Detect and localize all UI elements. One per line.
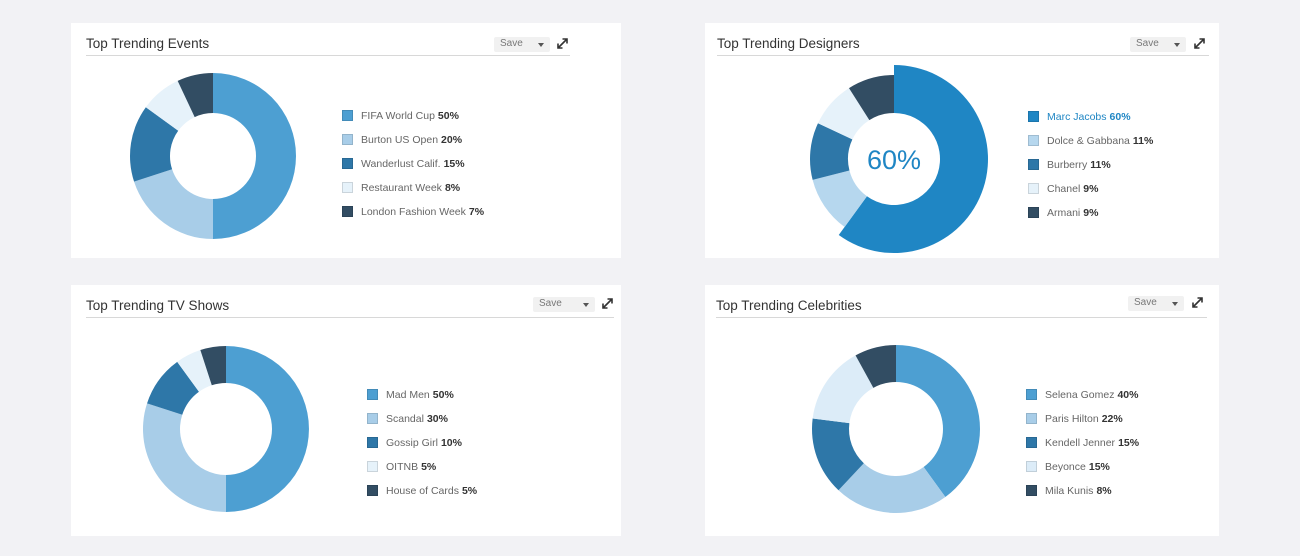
legend-value: 11%	[1132, 135, 1154, 147]
legend-value: 9%	[1083, 183, 1099, 195]
legend-swatch	[342, 182, 353, 193]
legend-label: Wanderlust Calif. 15%	[361, 158, 465, 170]
legend-value: 15%	[443, 158, 465, 170]
legend-swatch	[1026, 485, 1037, 496]
legend-value: 5%	[421, 461, 437, 473]
legend-label: Marc Jacobs 60%	[1047, 111, 1131, 123]
legend-swatch	[1026, 437, 1037, 448]
legend-swatch	[367, 461, 378, 472]
legend-label: Selena Gomez 40%	[1045, 389, 1139, 401]
legend-swatch	[367, 437, 378, 448]
legend-value: 7%	[468, 206, 485, 218]
legend-label: London Fashion Week 7%	[361, 206, 485, 218]
donut-chart	[143, 346, 309, 512]
legend-swatch	[367, 485, 378, 496]
legend-label: Mad Men 50%	[386, 389, 454, 401]
legend-swatch	[1028, 135, 1039, 146]
legend-label: Gossip Girl 10%	[386, 437, 462, 449]
legend-swatch	[342, 110, 353, 121]
legend-value: 10%	[440, 437, 462, 449]
donut-slice-selena-gomez[interactable]	[896, 345, 980, 497]
legend-value: 30%	[426, 413, 448, 425]
donut-slice-mad-men[interactable]	[226, 346, 309, 512]
legend-label: Burberry 11%	[1047, 159, 1111, 171]
legend-swatch	[1028, 207, 1039, 218]
legend-label: FIFA World Cup 50%	[361, 110, 459, 122]
legend-value: 50%	[432, 389, 454, 401]
chart-panel-celebrities: Top Trending Celebrities Save Selena Gom…	[705, 285, 1219, 536]
legend-swatch	[367, 389, 378, 400]
legend-value: 60%	[1109, 111, 1131, 123]
legend-label: Dolce & Gabbana 11%	[1047, 135, 1154, 147]
legend-swatch	[1028, 159, 1039, 170]
legend-value: 11%	[1090, 159, 1111, 171]
legend-label: Restaurant Week 8%	[361, 182, 461, 194]
legend-label: Burton US Open 20%	[361, 134, 463, 146]
legend-value: 9%	[1083, 207, 1099, 219]
donut-slice-burton-us-open[interactable]	[134, 169, 213, 239]
legend-label: Beyonce 15%	[1045, 461, 1110, 473]
legend-swatch	[342, 134, 353, 145]
legend-swatch	[1026, 389, 1037, 400]
legend-swatch	[1028, 111, 1039, 122]
legend-swatch	[367, 413, 378, 424]
chart-panel-events: Top Trending Events Save FIFA World Cup 5…	[71, 23, 621, 258]
legend-label: Mila Kunis 8%	[1045, 485, 1112, 497]
legend-swatch	[1026, 413, 1037, 424]
legend-value: 8%	[1096, 485, 1112, 497]
legend-label: Paris Hilton 22%	[1045, 413, 1123, 425]
chart-panel-designers: Top Trending Designers Save 60% Marc Jac…	[705, 23, 1219, 258]
donut-slice-scandal[interactable]	[143, 403, 226, 512]
legend-value: 15%	[1118, 437, 1140, 449]
legend-value: 8%	[444, 182, 461, 194]
legend-value: 22%	[1101, 413, 1123, 425]
legend-label: Chanel 9%	[1047, 183, 1099, 195]
legend-value: 40%	[1117, 389, 1139, 401]
legend-swatch	[342, 206, 353, 217]
legend-label: Armani 9%	[1047, 207, 1099, 219]
legend-swatch	[1026, 461, 1037, 472]
donut-slice-fifa-world-cup[interactable]	[213, 73, 296, 239]
legend-value: 5%	[461, 485, 478, 497]
legend-value: 50%	[437, 110, 459, 122]
center-percentage-label: 60%	[867, 145, 921, 175]
legend-value: 15%	[1088, 461, 1110, 473]
donut-chart	[812, 345, 980, 513]
legend-label: Kendell Jenner 15%	[1045, 437, 1140, 449]
legend-label: Scandal 30%	[386, 413, 448, 425]
legend-label: OITNB 5%	[386, 461, 437, 473]
chart-panel-tv-shows: Top Trending TV Shows Save Mad Men 50% Sca…	[71, 285, 621, 536]
legend-label: House of Cards 5%	[386, 485, 478, 497]
legend-swatch	[1028, 183, 1039, 194]
legend-value: 20%	[441, 134, 463, 146]
legend-swatch	[342, 158, 353, 169]
